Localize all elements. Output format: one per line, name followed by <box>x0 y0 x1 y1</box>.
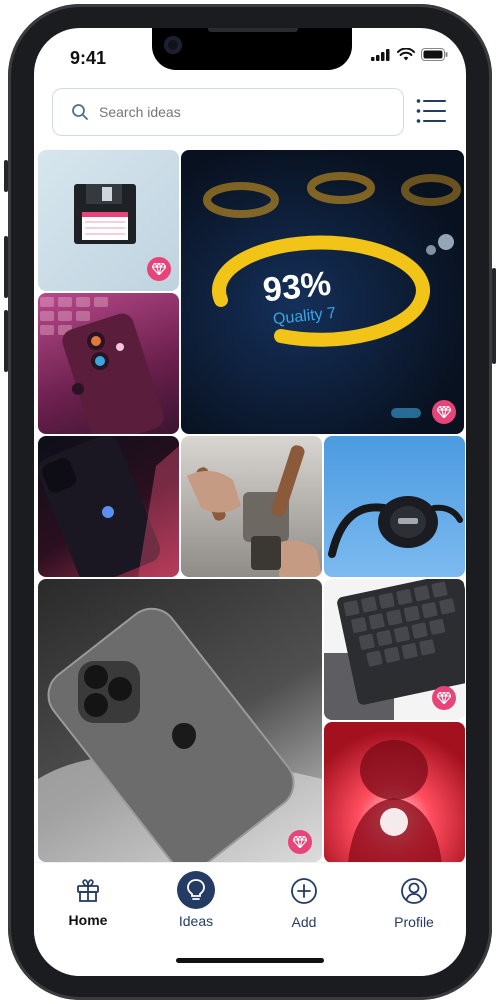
iphone-red-light-image <box>38 436 179 577</box>
status-time: 9:41 <box>70 48 107 68</box>
lightbulb-icon <box>187 879 205 900</box>
notch <box>152 28 352 70</box>
idea-tile-red-figure[interactable] <box>324 722 465 862</box>
idea-tile-quality-display[interactable]: 93% Quality 7 <box>181 150 464 434</box>
signal-icon <box>371 48 390 61</box>
front-camera <box>164 36 182 54</box>
iphone-pro-image <box>38 607 322 862</box>
volume-down-button <box>4 310 8 372</box>
screen: 9:41 Search ideas 93% Quality 7 Home Ide… <box>34 28 466 976</box>
nav-add[interactable]: Add <box>264 877 344 930</box>
coffee-machine-image <box>187 445 322 577</box>
ideas-grid: 93% Quality 7 <box>34 148 466 862</box>
wifi-icon <box>397 48 415 61</box>
search-icon <box>72 104 88 120</box>
quality-percent-text: 93% <box>261 264 333 310</box>
search-input[interactable] <box>97 103 381 121</box>
gift-icon <box>77 879 99 902</box>
nav-home-label: Home <box>68 912 108 928</box>
status-icons <box>371 48 448 61</box>
idea-tile-coffee-machine[interactable] <box>181 436 322 577</box>
nav-profile[interactable]: Profile <box>374 877 454 930</box>
profile-icon <box>401 878 427 904</box>
mute-switch <box>4 160 8 192</box>
idea-tile-phone-on-keyboard[interactable] <box>38 293 179 434</box>
menu-icon[interactable] <box>416 98 446 124</box>
battery-icon <box>421 48 448 61</box>
add-circle-icon <box>291 878 317 904</box>
premium-gem-icon <box>147 257 171 281</box>
home-indicator[interactable] <box>176 958 324 963</box>
volume-up-button <box>4 236 8 298</box>
idea-tile-iphone-pro[interactable] <box>38 579 322 862</box>
premium-gem-icon <box>432 400 456 424</box>
idea-tile-headphones[interactable] <box>324 436 465 577</box>
premium-gem-icon <box>432 686 456 710</box>
nav-home[interactable]: Home <box>48 877 128 928</box>
idea-tile-floppy-disk[interactable] <box>38 150 179 291</box>
headphones-image <box>328 496 463 558</box>
idea-tile-iphone-red-light[interactable] <box>38 436 179 577</box>
premium-gem-icon <box>288 830 312 854</box>
red-figure-image <box>348 740 442 862</box>
nav-ideas[interactable]: Ideas <box>156 871 236 929</box>
nav-profile-label: Profile <box>394 914 434 930</box>
nav-ideas-label: Ideas <box>178 913 214 929</box>
search-bar[interactable] <box>52 88 404 136</box>
ideas-active-indicator <box>177 871 215 909</box>
idea-tile-keyboard[interactable] <box>324 579 465 720</box>
phone-on-keyboard-image <box>40 297 164 434</box>
nav-add-label: Add <box>291 914 317 930</box>
speaker <box>208 28 298 32</box>
power-button <box>492 268 496 364</box>
